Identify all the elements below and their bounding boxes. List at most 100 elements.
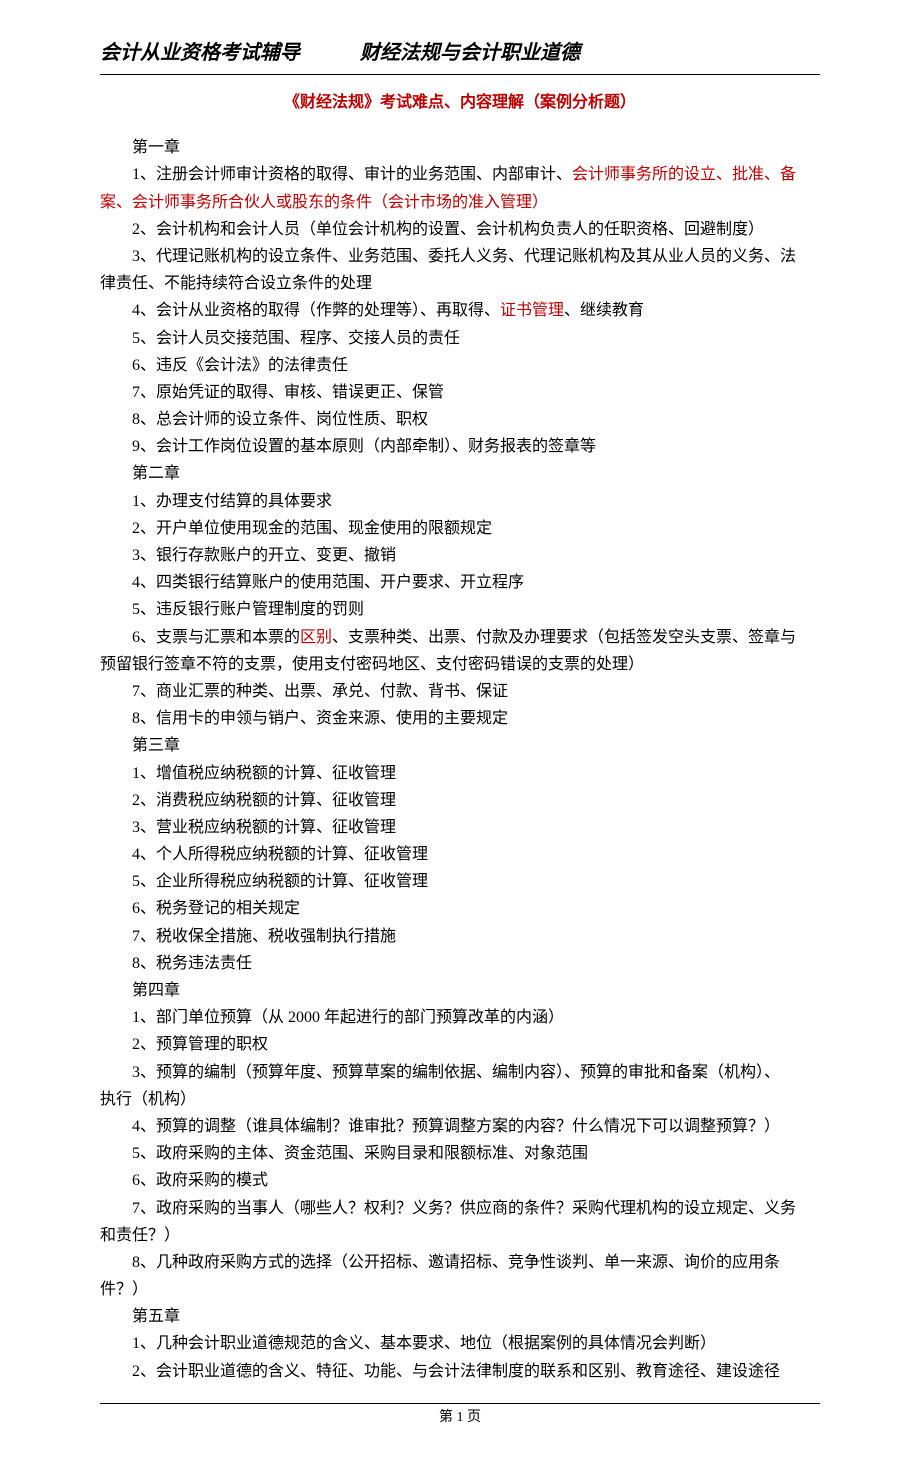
text-line: 6、违反《会计法》的法律责任 [100, 352, 820, 379]
text-segment: 2、消费税应纳税额的计算、征收管理 [132, 792, 396, 809]
text-segment: 1、几种会计职业道德规范的含义、基本要求、地位（根据案例的具体情况会判断） [132, 1335, 716, 1352]
text-segment: 5、违反银行账户管理制度的罚则 [132, 601, 364, 618]
text-segment: 律责任、不能持续符合设立条件的处理 [100, 275, 372, 292]
text-segment: 4、会计从业资格的取得（作弊的处理等）、再取得、 [132, 302, 500, 319]
text-line: 7、商业汇票的种类、出票、承兑、付款、背书、保证 [100, 678, 820, 705]
text-line: 1、增值税应纳税额的计算、征收管理 [100, 760, 820, 787]
text-segment: 3、预算的编制（预算年度、预算草案的编制依据、编制内容）、预算的审批和备案（机构… [132, 1064, 780, 1081]
text-segment: 第二章 [132, 465, 180, 482]
text-segment: 8、总会计师的设立条件、岗位性质、职权 [132, 411, 428, 428]
text-segment: 3、营业税应纳税额的计算、征收管理 [132, 819, 396, 836]
text-line: 4、个人所得税应纳税额的计算、征收管理 [100, 841, 820, 868]
header-left: 会计从业资格考试辅导 [100, 36, 300, 70]
text-segment: 、支票种类、出票、付款及办理要求（包括签发空头支票、签章与 [332, 629, 796, 646]
text-segment: 执行（机构） [100, 1091, 196, 1108]
text-line: 律责任、不能持续符合设立条件的处理 [100, 270, 820, 297]
document-body: 第一章 1、注册会计师审计资格的取得、审计的业务范围、内部审计、会计师事务所的设立… [100, 134, 820, 1385]
text-line: 执行（机构） [100, 1086, 820, 1113]
text-segment: 2、开户单位使用现金的范围、现金使用的限额规定 [132, 520, 492, 537]
text-segment: 1、部门单位预算（从 2000 年起进行的部门预算改革的内涵） [132, 1009, 564, 1026]
text-line: 2、消费税应纳税额的计算、征收管理 [100, 787, 820, 814]
text-segment: 4、预算的调整（谁具体编制？谁审批？预算调整方案的内容？什么情况下可以调整预算？… [132, 1118, 780, 1135]
page-footer: 第 1 页 [100, 1403, 820, 1430]
text-line: 第五章 [100, 1303, 820, 1330]
text-segment: 6、税务登记的相关规定 [132, 900, 300, 917]
text-segment: 6、政府采购的模式 [132, 1172, 268, 1189]
text-line: 6、支票与汇票和本票的区别、支票种类、出票、付款及办理要求（包括签发空头支票、签… [100, 624, 820, 651]
text-line: 5、违反银行账户管理制度的罚则 [100, 596, 820, 623]
text-segment: 9、会计工作岗位设置的基本原则（内部牵制）、财务报表的签章等 [132, 438, 596, 455]
text-segment: 3、代理记账机构的设立条件、业务范围、委托人义务、代理记账机构及其从业人员的义务… [132, 248, 796, 265]
text-segment: 3、银行存款账户的开立、变更、撤销 [132, 547, 396, 564]
text-segment: 、继续教育 [564, 302, 644, 319]
text-line: 案、会计师事务所合伙人或股东的条件（会计市场的准入管理） [100, 189, 820, 216]
text-segment: 8、税务违法责任 [132, 955, 252, 972]
text-line: 7、税收保全措施、税收强制执行措施 [100, 923, 820, 950]
text-segment: 区别 [300, 629, 332, 646]
text-segment: 件？） [100, 1281, 148, 1298]
text-line: 7、原始凭证的取得、审核、错误更正、保管 [100, 379, 820, 406]
text-line: 9、会计工作岗位设置的基本原则（内部牵制）、财务报表的签章等 [100, 433, 820, 460]
text-segment: 第五章 [132, 1308, 180, 1325]
header-right: 财经法规与会计职业道德 [360, 36, 580, 70]
text-line: 第三章 [100, 732, 820, 759]
text-line: 4、会计从业资格的取得（作弊的处理等）、再取得、证书管理、继续教育 [100, 297, 820, 324]
document-title: 《财经法规》考试难点、内容理解（案例分析题） [100, 89, 820, 116]
text-line: 2、会计机构和会计人员（单位会计机构的设置、会计机构负责人的任职资格、回避制度） [100, 216, 820, 243]
text-segment: 5、会计人员交接范围、程序、交接人员的责任 [132, 330, 460, 347]
text-segment: 1、办理支付结算的具体要求 [132, 493, 332, 510]
text-segment: 2、会计机构和会计人员（单位会计机构的设置、会计机构负责人的任职资格、回避制度） [132, 221, 764, 238]
text-segment: 7、原始凭证的取得、审核、错误更正、保管 [132, 384, 444, 401]
text-line: 4、四类银行结算账户的使用范围、开户要求、开立程序 [100, 569, 820, 596]
text-line: 7、政府采购的当事人（哪些人？权利？义务？供应商的条件？采购代理机构的设立规定、… [100, 1195, 820, 1222]
text-line: 2、预算管理的职权 [100, 1031, 820, 1058]
text-line: 1、注册会计师审计资格的取得、审计的业务范围、内部审计、会计师事务所的设立、批准… [100, 161, 820, 188]
text-line: 8、税务违法责任 [100, 950, 820, 977]
text-segment: 第一章 [132, 139, 180, 156]
text-line: 8、信用卡的申领与销户、资金来源、使用的主要规定 [100, 705, 820, 732]
text-segment: 6、违反《会计法》的法律责任 [132, 357, 348, 374]
text-line: 5、会计人员交接范围、程序、交接人员的责任 [100, 325, 820, 352]
text-line: 4、预算的调整（谁具体编制？谁审批？预算调整方案的内容？什么情况下可以调整预算？… [100, 1113, 820, 1140]
text-segment: 8、信用卡的申领与销户、资金来源、使用的主要规定 [132, 710, 508, 727]
text-line: 第二章 [100, 460, 820, 487]
text-line: 5、企业所得税应纳税额的计算、征收管理 [100, 868, 820, 895]
text-line: 8、几种政府采购方式的选择（公开招标、邀请招标、竞争性谈判、单一来源、询价的应用… [100, 1249, 820, 1276]
text-segment: 5、政府采购的主体、资金范围、采购目录和限额标准、对象范围 [132, 1145, 588, 1162]
text-line: 2、开户单位使用现金的范围、现金使用的限额规定 [100, 515, 820, 542]
text-line: 3、代理记账机构的设立条件、业务范围、委托人义务、代理记账机构及其从业人员的义务… [100, 243, 820, 270]
text-line: 和责任？） [100, 1222, 820, 1249]
text-segment: 7、税收保全措施、税收强制执行措施 [132, 928, 396, 945]
text-line: 6、税务登记的相关规定 [100, 895, 820, 922]
text-segment: 4、个人所得税应纳税额的计算、征收管理 [132, 846, 428, 863]
text-line: 2、会计职业道德的含义、特征、功能、与会计法律制度的联系和区别、教育途径、建设途… [100, 1358, 820, 1385]
text-line: 件？） [100, 1276, 820, 1303]
text-line: 8、总会计师的设立条件、岗位性质、职权 [100, 406, 820, 433]
text-segment: 会计师事务所的设立、批准、备 [572, 166, 796, 183]
text-line: 第四章 [100, 977, 820, 1004]
text-segment: 第三章 [132, 737, 180, 754]
text-line: 6、政府采购的模式 [100, 1167, 820, 1194]
text-segment: 1、注册会计师审计资格的取得、审计的业务范围、内部审计、 [132, 166, 572, 183]
text-line: 3、银行存款账户的开立、变更、撤销 [100, 542, 820, 569]
text-line: 1、几种会计职业道德规范的含义、基本要求、地位（根据案例的具体情况会判断） [100, 1330, 820, 1357]
text-segment: 证书管理 [500, 302, 564, 319]
text-segment: 7、政府采购的当事人（哪些人？权利？义务？供应商的条件？采购代理机构的设立规定、… [132, 1200, 796, 1217]
text-line: 3、营业税应纳税额的计算、征收管理 [100, 814, 820, 841]
text-segment: 7、商业汇票的种类、出票、承兑、付款、背书、保证 [132, 683, 508, 700]
text-segment: 预留银行签章不符的支票，使用支付密码地区、支付密码错误的支票的处理） [100, 656, 644, 673]
text-segment: 5、企业所得税应纳税额的计算、征收管理 [132, 873, 428, 890]
text-segment: 6、支票与汇票和本票的 [132, 629, 300, 646]
text-line: 1、部门单位预算（从 2000 年起进行的部门预算改革的内涵） [100, 1004, 820, 1031]
text-line: 第一章 [100, 134, 820, 161]
text-segment: 案、会计师事务所合伙人或股东的条件（会计市场的准入管理） [100, 194, 548, 211]
page-header: 会计从业资格考试辅导 财经法规与会计职业道德 [100, 36, 820, 75]
text-segment: 4、四类银行结算账户的使用范围、开户要求、开立程序 [132, 574, 524, 591]
text-line: 3、预算的编制（预算年度、预算草案的编制依据、编制内容）、预算的审批和备案（机构… [100, 1059, 820, 1086]
text-line: 1、办理支付结算的具体要求 [100, 488, 820, 515]
text-line: 预留银行签章不符的支票，使用支付密码地区、支付密码错误的支票的处理） [100, 651, 820, 678]
text-line: 5、政府采购的主体、资金范围、采购目录和限额标准、对象范围 [100, 1140, 820, 1167]
text-segment: 1、增值税应纳税额的计算、征收管理 [132, 765, 396, 782]
text-segment: 2、预算管理的职权 [132, 1036, 268, 1053]
text-segment: 8、几种政府采购方式的选择（公开招标、邀请招标、竞争性谈判、单一来源、询价的应用… [132, 1254, 780, 1271]
